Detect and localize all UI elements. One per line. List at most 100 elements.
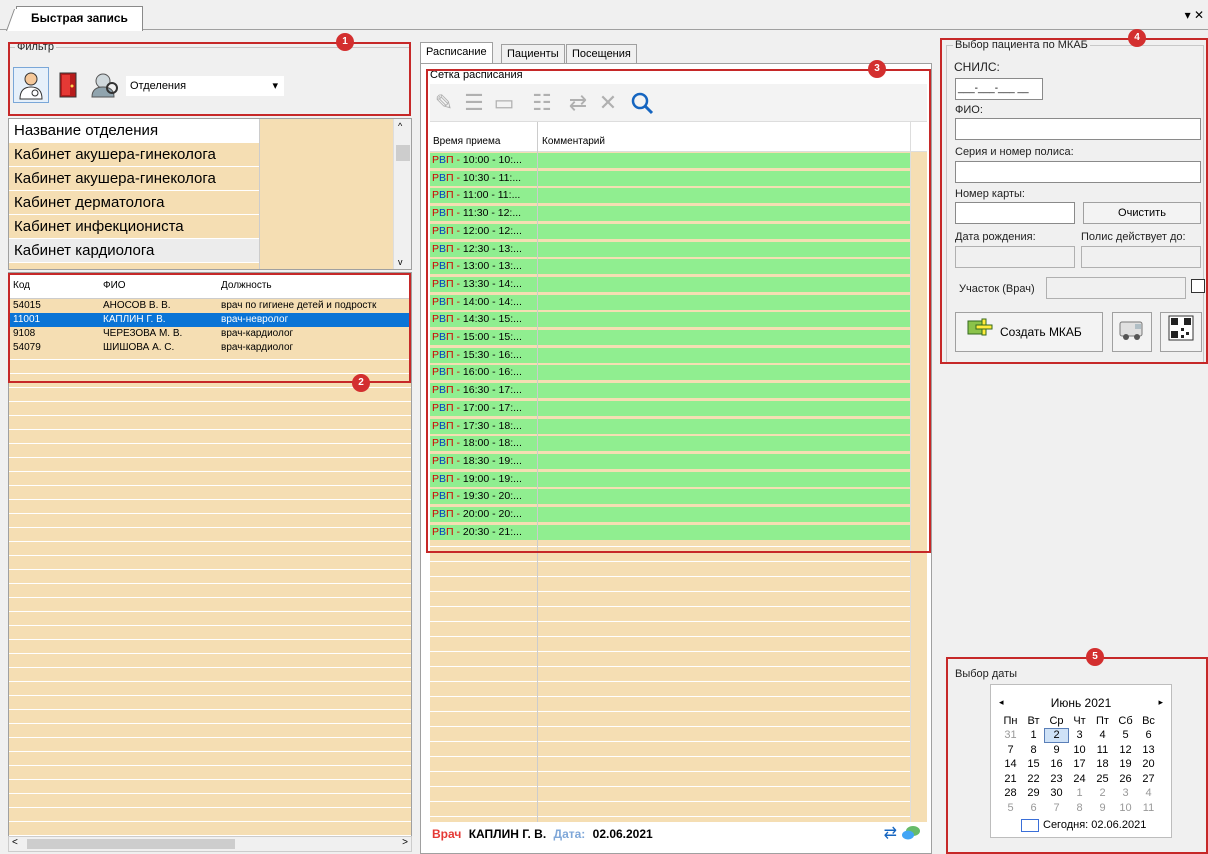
- calendar-day[interactable]: 16: [1045, 758, 1068, 771]
- scroll-right-icon[interactable]: >: [402, 837, 408, 848]
- policy-valid-input[interactable]: [1081, 246, 1201, 268]
- slot-comment[interactable]: [538, 223, 910, 239]
- calendar-day[interactable]: 23: [1045, 773, 1068, 786]
- schedule-slot[interactable]: РВП - 19:00 - 19:...: [430, 471, 910, 487]
- tab-visits[interactable]: Посещения: [566, 44, 637, 64]
- calendar-day[interactable]: 3: [1114, 787, 1137, 800]
- table-row[interactable]: 54079 ШИШОВА А. С. врач-кардиолог: [9, 341, 411, 355]
- calendar-day[interactable]: 30: [1045, 787, 1068, 800]
- schedule-slot[interactable]: РВП - 18:00 - 18:...: [430, 436, 910, 452]
- scroll-left-icon[interactable]: <: [12, 837, 18, 848]
- ambulance-button[interactable]: [1112, 312, 1152, 352]
- calendar-month[interactable]: Июнь 2021: [991, 696, 1171, 710]
- schedule-slot[interactable]: РВП - 14:00 - 14:...: [430, 294, 910, 310]
- schedule-slot[interactable]: РВП - 10:00 - 10:...: [430, 153, 910, 168]
- refresh-icon[interactable]: ⇄: [564, 90, 592, 116]
- close-icon[interactable]: ✕: [1194, 8, 1204, 22]
- slot-comment[interactable]: [538, 400, 910, 416]
- card-number-input[interactable]: [955, 202, 1075, 224]
- calendar-day[interactable]: 5: [999, 802, 1022, 815]
- department-scrollbar[interactable]: ^ v: [393, 119, 411, 269]
- door-icon[interactable]: [50, 67, 86, 103]
- department-list[interactable]: Название отделения Кабинет акушера-гинек…: [8, 118, 412, 270]
- doctor-table[interactable]: Код ФИО Должность 54015 АНОСОВ В. В. вра…: [8, 272, 412, 842]
- calendar-day[interactable]: 26: [1114, 773, 1137, 786]
- schedule-slot[interactable]: РВП - 18:30 - 19:...: [430, 453, 910, 469]
- schedule-slot[interactable]: РВП - 12:30 - 13:...: [430, 241, 910, 257]
- calendar-day[interactable]: 13: [1137, 744, 1160, 757]
- slot-comment[interactable]: [538, 170, 910, 186]
- delete-icon[interactable]: ✕: [594, 90, 622, 116]
- schedule-slot[interactable]: РВП - 13:30 - 14:...: [430, 276, 910, 292]
- column-position[interactable]: Должность: [217, 273, 407, 298]
- schedule-slot[interactable]: РВП - 16:30 - 17:...: [430, 383, 910, 399]
- calendar-day[interactable]: 4: [1137, 787, 1160, 800]
- schedule-slot[interactable]: РВП - 11:00 - 11:...: [430, 188, 910, 204]
- pin-icon[interactable]: ▾: [1185, 8, 1191, 22]
- calendar-day[interactable]: 5: [1114, 729, 1137, 742]
- schedule-slot[interactable]: РВП - 20:30 - 21:...: [430, 524, 910, 540]
- fio-input[interactable]: [955, 118, 1201, 140]
- slot-comment[interactable]: [538, 241, 910, 257]
- column-code[interactable]: Код: [9, 273, 99, 298]
- schedule-slot[interactable]: РВП - 20:00 - 20:...: [430, 507, 910, 522]
- calendar-day[interactable]: 11: [1091, 744, 1114, 757]
- calendar-day[interactable]: 10: [1068, 744, 1091, 757]
- slot-comment[interactable]: [538, 312, 910, 328]
- slot-comment[interactable]: [538, 206, 910, 222]
- calendar-day[interactable]: 21: [999, 773, 1022, 786]
- snils-input[interactable]: ___-___-___ __: [955, 78, 1043, 100]
- calendar-day[interactable]: 20: [1137, 758, 1160, 771]
- district-input[interactable]: [1046, 277, 1186, 299]
- calendar-day[interactable]: 31: [999, 729, 1022, 742]
- policy-input[interactable]: [955, 161, 1201, 183]
- clear-button[interactable]: Очистить: [1083, 202, 1201, 224]
- calendar-day[interactable]: 28: [999, 787, 1022, 800]
- slot-comment[interactable]: [538, 418, 910, 434]
- schedule-slot[interactable]: РВП - 12:00 - 12:...: [430, 223, 910, 239]
- calendar-day[interactable]: 22: [1022, 773, 1045, 786]
- column-comment[interactable]: Комментарий: [542, 136, 605, 147]
- schedule-slot[interactable]: РВП - 15:30 - 16:...: [430, 347, 910, 363]
- schedule-slot[interactable]: РВП - 10:30 - 11:...: [430, 170, 910, 186]
- department-row[interactable]: Кабинет дерматолога: [9, 191, 259, 215]
- calendar-day[interactable]: 8: [1022, 744, 1045, 757]
- schedule-slot[interactable]: РВП - 17:00 - 17:...: [430, 400, 910, 416]
- slot-comment[interactable]: [538, 471, 910, 487]
- calendar-day[interactable]: 10: [1114, 802, 1137, 815]
- next-month-icon[interactable]: ▸: [1158, 697, 1163, 708]
- department-row[interactable]: Кабинет акушера-гинеколога: [9, 167, 259, 191]
- calendar-day-selected[interactable]: 2: [1044, 728, 1069, 743]
- department-search-icon[interactable]: [88, 67, 124, 103]
- calendar-day[interactable]: 6: [1137, 729, 1160, 742]
- slot-comment[interactable]: [538, 453, 910, 469]
- calendar-day[interactable]: 18: [1091, 758, 1114, 771]
- department-column-header[interactable]: Название отделения: [9, 119, 259, 143]
- column-time[interactable]: Время приема: [433, 136, 500, 147]
- scroll-thumb[interactable]: [396, 145, 410, 161]
- slot-comment[interactable]: [538, 436, 910, 452]
- calendar-day[interactable]: 12: [1114, 744, 1137, 757]
- slot-comment[interactable]: [538, 383, 910, 399]
- calendar-day[interactable]: 27: [1137, 773, 1160, 786]
- slot-comment[interactable]: [538, 276, 910, 292]
- doctor-icon[interactable]: [13, 67, 49, 103]
- calendar-day[interactable]: 9: [1091, 802, 1114, 815]
- calendar-day[interactable]: 15: [1022, 758, 1045, 771]
- department-row-selected[interactable]: Кабинет кардиолога: [9, 239, 259, 263]
- district-checkbox[interactable]: [1191, 279, 1205, 293]
- slot-comment[interactable]: [538, 365, 910, 381]
- calendar-icon[interactable]: ▭: [490, 90, 518, 116]
- document-icon[interactable]: ☷: [528, 90, 556, 116]
- table-row[interactable]: 54015 АНОСОВ В. В. врач по гигиене детей…: [9, 299, 411, 313]
- schedule-slot[interactable]: РВП - 15:00 - 15:...: [430, 330, 910, 345]
- slot-comment[interactable]: [538, 347, 910, 363]
- calendar-day[interactable]: 14: [999, 758, 1022, 771]
- create-mkab-button[interactable]: Создать МКАБ: [955, 312, 1103, 352]
- calendar-day[interactable]: 1: [1022, 729, 1045, 742]
- tab-quick-booking[interactable]: Быстрая запись: [16, 6, 143, 31]
- slot-comment[interactable]: [538, 188, 910, 204]
- calendar-day[interactable]: 7: [999, 744, 1022, 757]
- calendar[interactable]: ◂ Июнь 2021 ▸ Пн Вт Ср Чт Пт Сб Вс 31 1 2 3 4 5 6 7 8 9 1…: [990, 684, 1172, 838]
- slot-comment[interactable]: [538, 524, 910, 540]
